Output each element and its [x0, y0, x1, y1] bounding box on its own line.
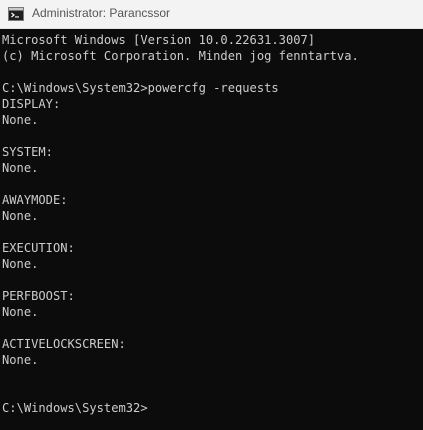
console-line: DISPLAY: [2, 97, 61, 111]
console-line: None. [2, 305, 39, 319]
console-line: None. [2, 161, 39, 175]
console-output-area[interactable]: Microsoft Windows [Version 10.0.22631.30… [0, 29, 423, 430]
console-line: C:\Windows\System32>powercfg -requests [2, 81, 279, 95]
window-title: Administrator: Parancssor [32, 6, 171, 20]
command-prompt-line[interactable]: C:\Windows\System32> [2, 400, 148, 416]
cmd-icon [8, 7, 24, 21]
console-line: Microsoft Windows [Version 10.0.22631.30… [2, 33, 316, 47]
title-bar[interactable]: Administrator: Parancssor [0, 0, 423, 29]
console-line: None. [2, 257, 39, 271]
command-prompt-window: Administrator: Parancssor Microsoft Wind… [0, 0, 423, 430]
console-line: EXECUTION: [2, 241, 75, 255]
console-line: (c) Microsoft Corporation. Minden jog fe… [2, 49, 359, 63]
console-line: AWAYMODE: [2, 193, 68, 207]
console-line: None. [2, 353, 39, 367]
console-line: ACTIVELOCKSCREEN: [2, 337, 126, 351]
console-line: SYSTEM: [2, 145, 53, 159]
console-line: None. [2, 209, 39, 223]
console-line: PERFBOOST: [2, 289, 75, 303]
console-line: None. [2, 113, 39, 127]
